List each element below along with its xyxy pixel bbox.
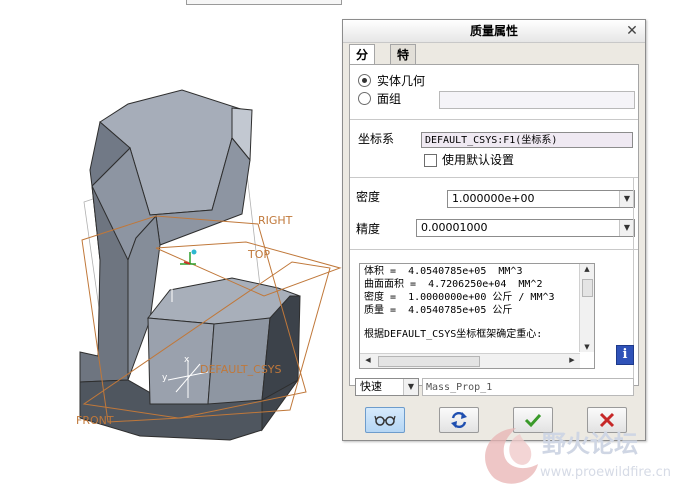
refresh-icon [451, 411, 467, 429]
coord-system-label: 坐标系 [358, 132, 395, 146]
model-lower-mid [207, 317, 271, 405]
horizontal-scrollbar[interactable]: ◀ ▶ [360, 353, 580, 368]
mode-select[interactable]: 快速 ▼ [355, 378, 419, 396]
density-label: 密度 [356, 190, 381, 204]
axis-label-y: y [162, 373, 168, 383]
tab-analysis[interactable]: 分析 [349, 44, 376, 82]
scroll-left-icon[interactable]: ◀ [362, 356, 374, 364]
separator [350, 177, 638, 178]
separator [350, 119, 638, 120]
quilt-radio[interactable] [358, 92, 371, 105]
results-line: 密度 = 1.0000000e+00 公斤 / MM^3 [364, 292, 555, 303]
watermark-url: www.proewildfire.cn [540, 465, 671, 480]
close-icon[interactable]: ✕ [625, 20, 639, 42]
quilt-collector-input[interactable] [439, 91, 635, 109]
chevron-down-icon[interactable]: ▼ [619, 191, 634, 207]
results-line: 体积 = 4.0540785e+05 MM^3 [364, 266, 523, 277]
quilt-option[interactable]: 面组 [358, 91, 401, 107]
info-icon[interactable]: i [616, 345, 634, 365]
flame-logo-icon: 野火论坛 www.proewildfire.cn [485, 428, 671, 484]
results-line: 质量 = 4.0540785e+05 公斤 [364, 305, 513, 316]
dialog-title: 质量属性 [469, 24, 518, 38]
accuracy-label: 精度 [356, 222, 381, 236]
glasses-icon [374, 415, 396, 426]
use-default-checkbox[interactable] [424, 154, 437, 167]
scroll-down-icon[interactable]: ▼ [581, 343, 593, 351]
repaint-button[interactable] [439, 407, 479, 433]
datum-label-front: FRONT [76, 414, 114, 427]
watermark-title: 野火论坛 [542, 430, 638, 458]
scroll-right-icon[interactable]: ▶ [566, 356, 578, 364]
forum-watermark: 野火论坛 www.proewildfire.cn [476, 420, 681, 490]
datum-label-csys: DEFAULT_CSYS [200, 363, 282, 376]
tab-feature[interactable]: 特征 [390, 44, 417, 82]
vertical-scrollbar[interactable]: ▲ ▼ [579, 264, 594, 352]
results-line: 根据DEFAULT_CSYS坐标框架确定重心: [364, 329, 543, 340]
analysis-panel: 实体几何 面组 坐标系 DEFAULT_CSYS:F1(坐标系) 使用默认设置 … [349, 64, 639, 386]
separator [350, 249, 638, 250]
scroll-thumb[interactable] [378, 356, 480, 367]
mode-value: 快速 [360, 380, 382, 393]
accuracy-value: 0.00001000 [421, 221, 488, 234]
toolbar-strip [186, 0, 342, 5]
axis-label-x: x [184, 355, 190, 365]
results-line: 曲面面积 = 4.7206250e+04 MM^2 [364, 279, 543, 290]
solid-geometry-option[interactable]: 实体几何 [358, 73, 425, 89]
scroll-up-icon[interactable]: ▲ [581, 265, 593, 273]
feature-name-input[interactable]: Mass_Prop_1 [422, 378, 634, 396]
scroll-thumb[interactable] [582, 279, 593, 297]
model-lower-front [147, 317, 215, 405]
solid-geometry-label: 实体几何 [377, 74, 426, 88]
accuracy-input[interactable]: 0.00001000 ▼ [416, 219, 635, 237]
use-default-label: 使用默认设置 [442, 153, 515, 167]
chevron-down-icon[interactable]: ▼ [619, 220, 634, 236]
preview-button[interactable] [365, 407, 405, 433]
chevron-down-icon[interactable]: ▼ [403, 379, 418, 395]
datum-label-right: RIGHT [258, 214, 293, 227]
dialog-titlebar[interactable]: 质量属性 ✕ [343, 20, 645, 43]
mass-properties-dialog: 质量属性 ✕ 分析 特征 实体几何 面组 坐标系 DEFAULT_CSYS:F1… [342, 19, 646, 441]
solid-geometry-radio[interactable] [358, 74, 371, 87]
coord-system-input[interactable]: DEFAULT_CSYS:F1(坐标系) [421, 132, 633, 148]
density-input[interactable]: 1.000000e+00 ▼ [447, 190, 635, 208]
density-value: 1.000000e+00 [452, 192, 535, 205]
results-textbox[interactable]: 体积 = 4.0540785e+05 MM^3 曲面面积 = 4.7206250… [359, 263, 595, 369]
quilt-label: 面组 [377, 92, 402, 106]
datum-label-top: TOP [247, 248, 270, 261]
